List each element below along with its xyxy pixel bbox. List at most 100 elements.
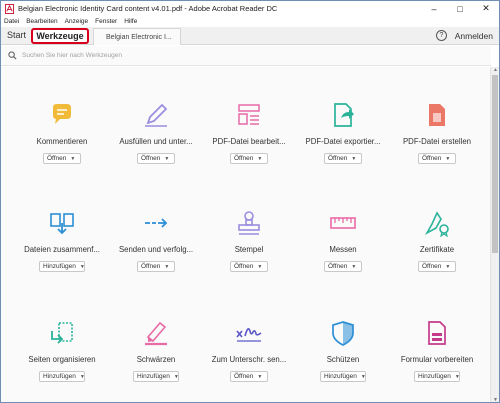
chevron-down-icon[interactable]: ▼: [445, 156, 450, 162]
tool-action-button[interactable]: Hinzufügen ▼: [39, 371, 85, 382]
tool-tile[interactable]: PDF-Datei bearbeit... Öffnen ▼: [201, 101, 297, 201]
tool-tile[interactable]: PDF-Datei erstellen Öffnen ▼: [389, 101, 485, 201]
chevron-down-icon[interactable]: ▼: [455, 374, 460, 380]
chevron-down-icon[interactable]: ▼: [445, 264, 450, 270]
send-signature-icon[interactable]: [235, 319, 263, 347]
search-input[interactable]: [22, 52, 322, 59]
protect-icon[interactable]: [329, 319, 357, 347]
menu-anzeige[interactable]: Anzeige: [65, 18, 89, 25]
prepare-form-icon[interactable]: [423, 319, 451, 347]
tool-tile[interactable]: Zum Unterschr. sen... Öffnen ▼: [201, 319, 297, 402]
tool-tile[interactable]: Schwärzen Hinzufügen ▼: [108, 319, 204, 402]
chevron-down-icon[interactable]: ▼: [257, 374, 262, 380]
tool-action-label: Hinzufügen: [43, 373, 76, 380]
tool-label[interactable]: PDF-Datei exportier...: [295, 137, 391, 146]
tool-tile[interactable]: Dateien zusammenf... Hinzufügen ▼: [14, 209, 110, 309]
tool-action-button[interactable]: Hinzufügen ▼: [39, 261, 85, 272]
tool-tile[interactable]: Schützen Hinzufügen ▼: [295, 319, 391, 402]
tool-tile[interactable]: Senden und verfolg... Öffnen ▼: [108, 209, 204, 309]
window-title: Belgian Electronic Identity Card content…: [18, 4, 278, 13]
tool-label[interactable]: PDF-Datei erstellen: [389, 137, 485, 146]
tool-tile[interactable]: Stempel Öffnen ▼: [201, 209, 297, 309]
tool-label[interactable]: Senden und verfolg...: [108, 245, 204, 254]
scroll-thumb[interactable]: [492, 75, 498, 253]
chevron-down-icon[interactable]: ▼: [164, 264, 169, 270]
tool-tile[interactable]: Formular vorbereiten Hinzufügen ▼: [389, 319, 485, 402]
tool-action-label: Hinzufügen: [324, 373, 357, 380]
chevron-down-icon[interactable]: ▼: [164, 156, 169, 162]
tool-label[interactable]: Schwärzen: [108, 355, 204, 364]
title-bar: Belgian Electronic Identity Card content…: [1, 1, 499, 16]
comment-icon[interactable]: [48, 101, 76, 129]
tool-action-button[interactable]: Hinzufügen ▼: [320, 371, 366, 382]
tool-label[interactable]: Schützen: [295, 355, 391, 364]
tool-label[interactable]: Messen: [295, 245, 391, 254]
menu-datei[interactable]: Datei: [4, 18, 19, 25]
tool-tile[interactable]: Kommentieren Öffnen ▼: [14, 101, 110, 201]
scroll-up-arrow[interactable]: ▲: [491, 67, 499, 74]
tool-action-button[interactable]: Öffnen ▼: [230, 371, 268, 382]
tool-action-button[interactable]: Hinzufügen ▼: [414, 371, 460, 382]
minimize-button[interactable]: –: [421, 1, 447, 16]
close-button[interactable]: ✕: [473, 1, 499, 16]
scroll-down-arrow[interactable]: ▼: [491, 397, 499, 402]
tool-action-button[interactable]: Hinzufügen ▼: [133, 371, 179, 382]
stamp-icon[interactable]: [235, 209, 263, 237]
certificate-icon[interactable]: [423, 209, 451, 237]
tab-tools[interactable]: Werkzeuge: [31, 28, 89, 44]
combine-files-icon[interactable]: [48, 209, 76, 237]
maximize-button[interactable]: □: [447, 1, 473, 16]
tool-label[interactable]: Kommentieren: [14, 137, 110, 146]
chevron-down-icon[interactable]: ▼: [351, 156, 356, 162]
tool-action-button[interactable]: Öffnen ▼: [418, 153, 456, 164]
tab-document[interactable]: Belgian Electronic I...: [93, 28, 181, 45]
tool-tile[interactable]: PDF-Datei exportier... Öffnen ▼: [295, 101, 391, 201]
tool-action-button[interactable]: Öffnen ▼: [137, 153, 175, 164]
tool-label[interactable]: Stempel: [201, 245, 297, 254]
menu-fenster[interactable]: Fenster: [95, 18, 117, 25]
measure-icon[interactable]: [329, 209, 357, 237]
fill-sign-icon[interactable]: [142, 101, 170, 129]
tool-tile[interactable]: Ausfüllen und unter... Öffnen ▼: [108, 101, 204, 201]
menu-hilfe[interactable]: Hilfe: [124, 18, 137, 25]
tool-tile[interactable]: Seiten organisieren Hinzufügen ▼: [14, 319, 110, 402]
tool-action-label: Öffnen: [141, 263, 161, 270]
tool-action-button[interactable]: Öffnen ▼: [324, 261, 362, 272]
tool-action-label: Öffnen: [328, 155, 348, 162]
chevron-down-icon[interactable]: ▼: [80, 374, 85, 380]
send-track-icon[interactable]: [142, 209, 170, 237]
vertical-scrollbar[interactable]: ▲ ▼: [490, 67, 499, 402]
menu-bearbeiten[interactable]: Bearbeiten: [26, 18, 57, 25]
tool-action-button[interactable]: Öffnen ▼: [43, 153, 81, 164]
chevron-down-icon[interactable]: ▼: [174, 374, 179, 380]
create-pdf-icon[interactable]: [423, 101, 451, 129]
tool-label[interactable]: Ausfüllen und unter...: [108, 137, 204, 146]
tool-label[interactable]: Zum Unterschr. sen...: [201, 355, 297, 364]
chevron-down-icon[interactable]: ▼: [70, 156, 75, 162]
chevron-down-icon[interactable]: ▼: [257, 264, 262, 270]
tool-tile[interactable]: Messen Öffnen ▼: [295, 209, 391, 309]
redact-icon[interactable]: [142, 319, 170, 347]
edit-pdf-icon[interactable]: [235, 101, 263, 129]
tool-action-button[interactable]: Öffnen ▼: [230, 153, 268, 164]
chevron-down-icon[interactable]: ▼: [80, 264, 85, 270]
organize-pages-icon[interactable]: [48, 319, 76, 347]
tool-action-button[interactable]: Öffnen ▼: [137, 261, 175, 272]
tool-action-button[interactable]: Öffnen ▼: [324, 153, 362, 164]
tool-action-button[interactable]: Öffnen ▼: [230, 261, 268, 272]
help-icon[interactable]: ?: [436, 30, 447, 41]
tab-start[interactable]: Start: [7, 30, 26, 40]
tool-label[interactable]: Dateien zusammenf...: [14, 245, 110, 254]
export-pdf-icon[interactable]: [329, 101, 357, 129]
tool-label[interactable]: Formular vorbereiten: [389, 355, 485, 364]
tool-tile[interactable]: Zertifikate Öffnen ▼: [389, 209, 485, 309]
chevron-down-icon[interactable]: ▼: [351, 264, 356, 270]
chevron-down-icon[interactable]: ▼: [361, 374, 366, 380]
tool-label[interactable]: PDF-Datei bearbeit...: [201, 137, 297, 146]
tool-action-button[interactable]: Öffnen ▼: [418, 261, 456, 272]
tool-action-label: Öffnen: [234, 155, 254, 162]
signin-link[interactable]: Anmelden: [455, 31, 493, 41]
tool-label[interactable]: Seiten organisieren: [14, 355, 110, 364]
chevron-down-icon[interactable]: ▼: [257, 156, 262, 162]
tool-label[interactable]: Zertifikate: [389, 245, 485, 254]
